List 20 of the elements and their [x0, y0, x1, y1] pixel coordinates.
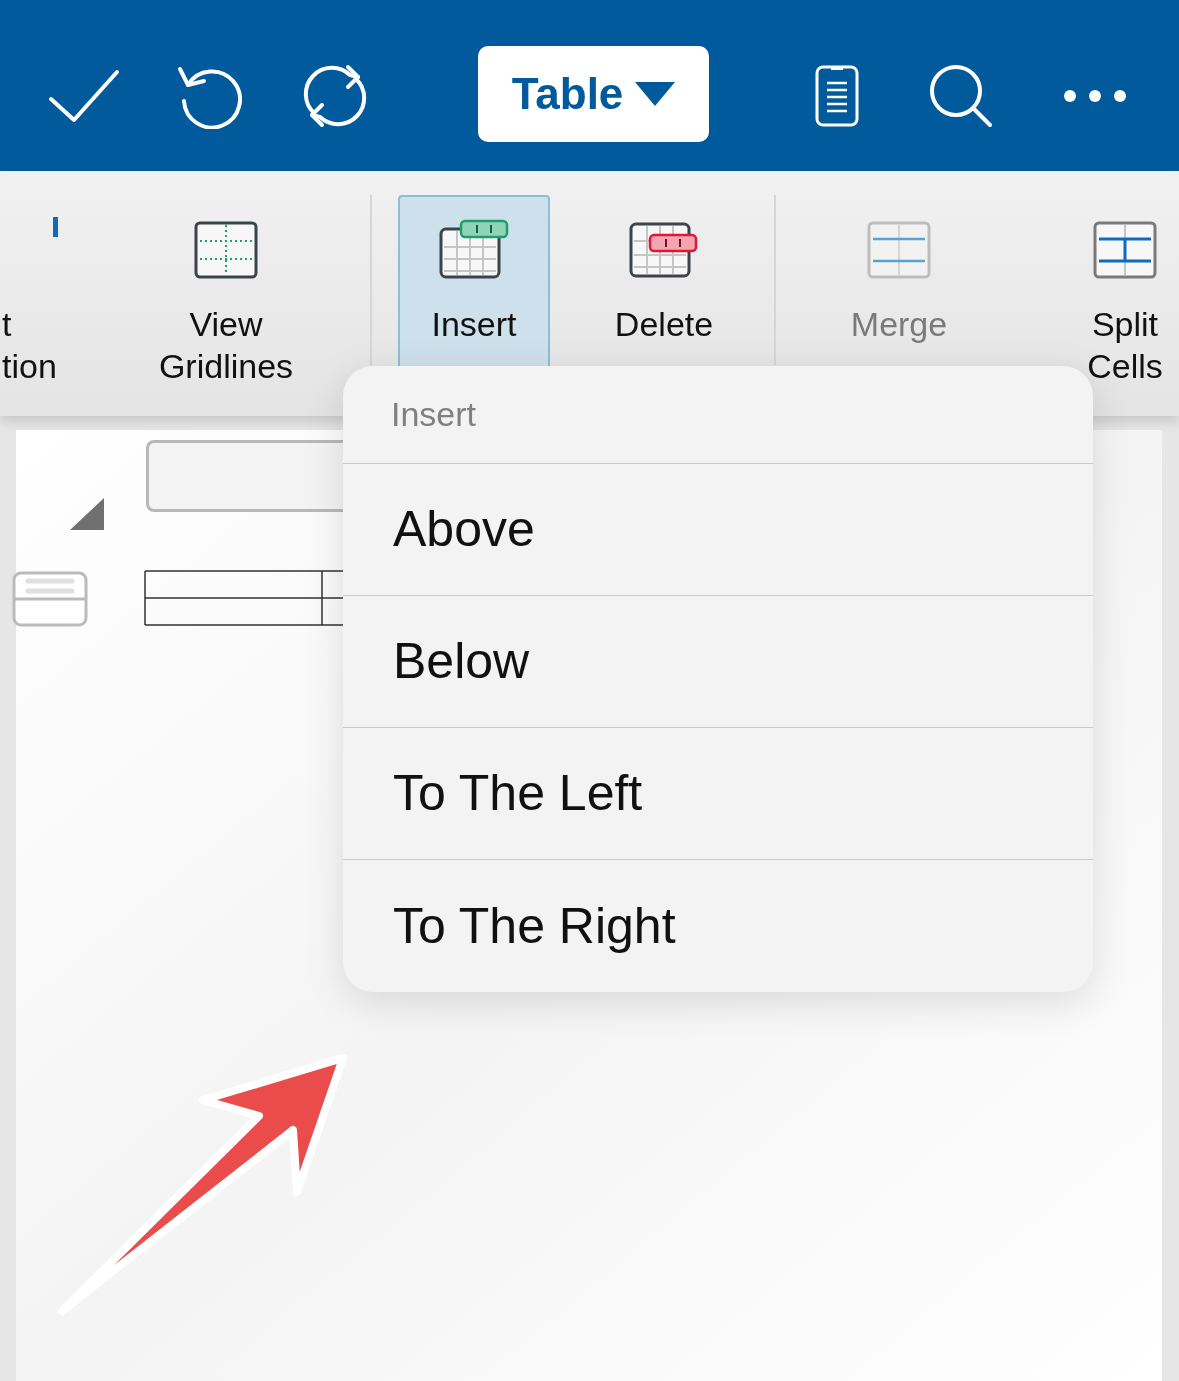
- menu-option[interactable]: To The Right: [343, 860, 1093, 992]
- merge-cells-icon: [867, 221, 931, 279]
- ribbon-button[interactable]: t tion: [0, 195, 60, 416]
- split-cells-icon: [1093, 221, 1157, 279]
- menu-option[interactable]: To The Left: [343, 728, 1093, 860]
- ribbon-button[interactable]: View Gridlines: [126, 195, 326, 416]
- checkmark-icon[interactable]: [48, 68, 120, 123]
- select-table-icon[interactable]: [70, 498, 104, 530]
- more-icon[interactable]: [1063, 88, 1127, 103]
- table-insert-icon: [438, 219, 510, 281]
- caret-icon: [635, 81, 676, 106]
- phone-icon[interactable]: [815, 64, 859, 127]
- menu-option[interactable]: Above: [343, 464, 1093, 596]
- table-menu-button[interactable]: Table: [478, 45, 709, 142]
- menu-option[interactable]: Below: [343, 596, 1093, 728]
- table-delete-icon: [628, 221, 700, 279]
- popover-title: Insert: [391, 394, 477, 435]
- row-handle-icon[interactable]: [12, 571, 88, 627]
- gridlines-icon: [194, 221, 258, 279]
- search-icon[interactable]: [929, 63, 993, 128]
